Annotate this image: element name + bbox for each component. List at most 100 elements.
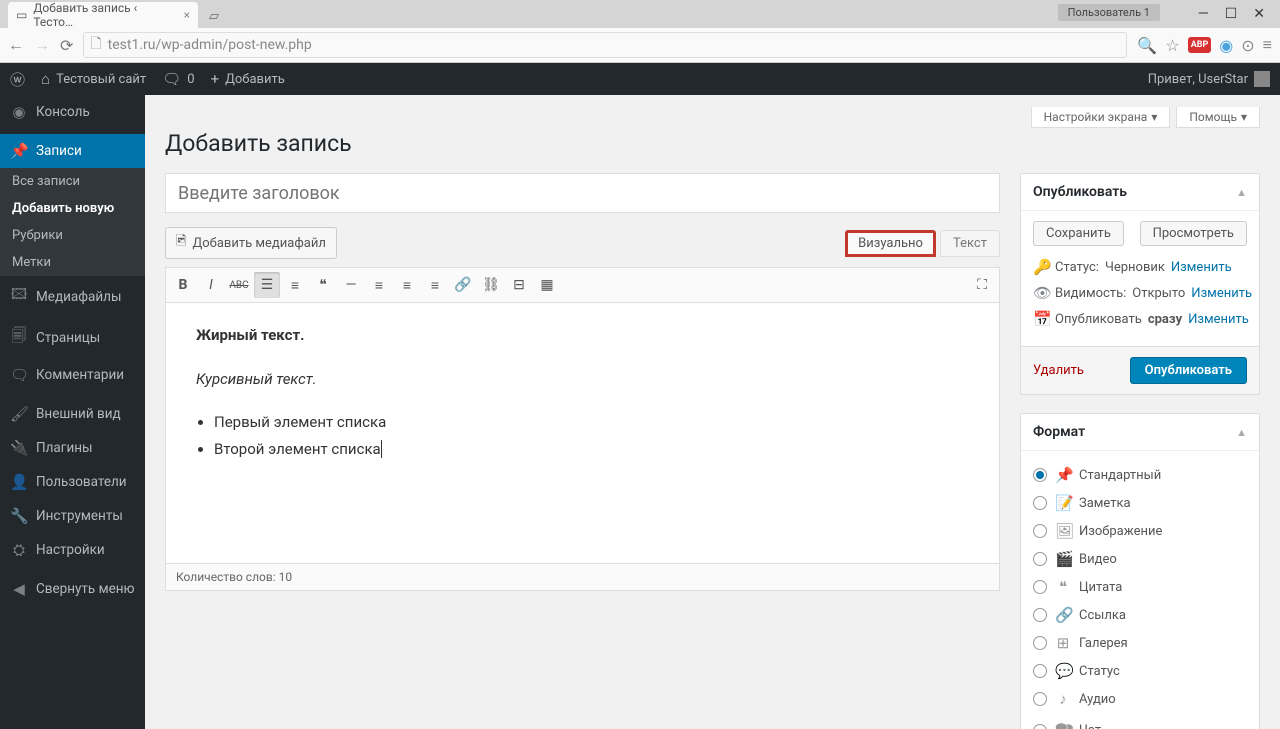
submenu-categories[interactable]: Рубрики <box>0 222 145 249</box>
strike-button[interactable]: ABC <box>226 272 252 298</box>
sidebar-pages[interactable]: 🗐Страницы <box>0 317 145 358</box>
format-type-icon: ❝ <box>1055 578 1071 596</box>
url-bar[interactable]: 🗋 test1.ru/wp-admin/post-new.php <box>83 32 1127 58</box>
nav-bar: ← → ⟳ 🗋 test1.ru/wp-admin/post-new.php 🔍… <box>0 28 1280 62</box>
submenu-tags[interactable]: Метки <box>0 249 145 276</box>
hr-button[interactable]: — <box>338 272 364 298</box>
new-tab-button[interactable]: ▱ <box>204 8 224 24</box>
help-tab[interactable]: Помощь ▾ <box>1176 107 1260 128</box>
edit-status-link[interactable]: Изменить <box>1171 260 1232 275</box>
format-type-icon: ⊞ <box>1055 634 1071 652</box>
format-option[interactable]: ⊞Галерея <box>1033 629 1247 657</box>
reload-icon[interactable]: ⟳ <box>60 36 73 55</box>
editor-status-bar: Количество слов: 10 <box>166 563 999 590</box>
screen-options-tab[interactable]: Настройки экрана ▾ <box>1031 107 1171 128</box>
editor-body[interactable]: Жирный текст. Курсивный текст. Первый эл… <box>166 303 999 563</box>
format-label: Изображение <box>1079 524 1162 539</box>
publish-box-header[interactable]: Опубликовать▲ <box>1021 174 1259 211</box>
tab-visual[interactable]: Визуально <box>845 230 936 257</box>
edit-visibility-link[interactable]: Изменить <box>1191 286 1252 301</box>
sidebar-posts[interactable]: 📌Записи <box>0 134 145 168</box>
save-draft-button[interactable]: Сохранить <box>1033 221 1124 246</box>
abp-icon[interactable]: ABP <box>1188 37 1212 53</box>
minimize-icon[interactable]: — <box>1198 6 1209 22</box>
format-option[interactable]: ♪Аудио <box>1033 685 1247 713</box>
sidebar-settings[interactable]: ⛭Настройки <box>0 533 145 567</box>
format-option[interactable]: 🔗Ссылка <box>1033 601 1247 629</box>
add-media-button[interactable]: 🖻Добавить медиафайл <box>165 227 337 259</box>
pin-icon: 📌 <box>10 142 28 160</box>
preview-button[interactable]: Просмотреть <box>1140 221 1247 246</box>
format-type-icon: 📌 <box>1055 466 1071 484</box>
edit-schedule-link[interactable]: Изменить <box>1188 312 1249 327</box>
number-list-button[interactable]: ≡ <box>282 272 308 298</box>
calendar-icon: 📅 <box>1033 310 1049 328</box>
format-option[interactable]: ❝Цитата <box>1033 573 1247 601</box>
fullscreen-button[interactable]: ⛶ <box>969 272 995 298</box>
align-right-button[interactable]: ≡ <box>422 272 448 298</box>
unlink-button[interactable]: ⛓ <box>478 272 504 298</box>
bookmark-icon[interactable]: ☆ <box>1165 36 1179 55</box>
format-type-icon: 🗪 <box>1055 718 1071 729</box>
media-icon: 🖾 <box>10 284 28 309</box>
format-type-icon: 📝 <box>1055 494 1071 512</box>
user-profile-badge[interactable]: Пользователь 1 <box>1058 4 1160 21</box>
sidebar-collapse[interactable]: ◀Свернуть меню <box>0 572 145 606</box>
submenu-all-posts[interactable]: Все записи <box>0 168 145 195</box>
delete-link[interactable]: Удалить <box>1033 363 1084 378</box>
browser-tab[interactable]: ▭ Добавить запись ‹ Тесто… × <box>8 2 198 28</box>
sidebar-comments[interactable]: 🗨Комментарии <box>0 358 145 392</box>
site-name-link[interactable]: ⌂Тестовый сайт <box>41 70 146 88</box>
blockquote-button[interactable]: ❝ <box>310 272 336 298</box>
maximize-icon[interactable]: ☐ <box>1225 6 1238 22</box>
posts-submenu: Все записи Добавить новую Рубрики Метки <box>0 168 145 276</box>
menu-icon[interactable]: ≡ <box>1263 35 1272 55</box>
comments-link[interactable]: 🗨0 <box>162 70 194 88</box>
chevron-down-icon: ▾ <box>1151 110 1157 124</box>
sidebar-appearance[interactable]: 🖌Внешний вид <box>0 397 145 431</box>
zoom-icon[interactable]: 🔍 <box>1137 36 1157 55</box>
toggle-icon: ▲ <box>1236 186 1247 199</box>
key-icon: 🔑 <box>1033 258 1049 276</box>
close-window-icon[interactable]: ✕ <box>1253 6 1265 22</box>
format-option[interactable]: 💬Статус <box>1033 657 1247 685</box>
align-left-button[interactable]: ≡ <box>366 272 392 298</box>
readmore-button[interactable]: ⊟ <box>506 272 532 298</box>
wp-logo[interactable]: ⓦ <box>10 69 25 90</box>
format-option[interactable]: 📝 Заметка <box>1033 489 1247 517</box>
format-option[interactable]: 🗪Чат <box>1033 713 1247 729</box>
format-option[interactable]: 🎬Видео <box>1033 545 1247 573</box>
sidebar-media[interactable]: 🖾Медиафайлы <box>0 276 145 317</box>
add-new-link[interactable]: +Добавить <box>211 70 285 88</box>
publish-button[interactable]: Опубликовать <box>1130 357 1247 384</box>
italic-button[interactable]: I <box>198 272 224 298</box>
format-box-header[interactable]: Формат▲ <box>1021 414 1259 451</box>
ext-icon[interactable]: ◉ <box>1219 36 1233 55</box>
format-option[interactable]: 🖼Изображение <box>1033 517 1247 545</box>
radio-icon <box>1033 468 1047 482</box>
format-label: Заметка <box>1079 496 1131 511</box>
format-option[interactable]: 📌Стандартный <box>1033 461 1247 489</box>
ext-icon-2[interactable]: ⊙ <box>1241 36 1254 55</box>
post-title-input[interactable] <box>165 173 1000 213</box>
url-text: test1.ru/wp-admin/post-new.php <box>108 37 312 53</box>
tab-text[interactable]: Текст <box>940 230 1000 257</box>
format-label: Статус <box>1079 664 1120 679</box>
close-tab-icon[interactable]: × <box>184 8 190 22</box>
format-label: Видео <box>1079 552 1117 567</box>
sidebar-tools[interactable]: 🔧Инструменты <box>0 499 145 533</box>
user-greeting[interactable]: Привет, UserStar <box>1148 71 1270 87</box>
bullet-list-button[interactable]: ☰ <box>254 272 280 298</box>
bold-button[interactable]: B <box>170 272 196 298</box>
link-button[interactable]: 🔗 <box>450 272 476 298</box>
submenu-add-new[interactable]: Добавить новую <box>0 195 145 222</box>
forward-icon[interactable]: → <box>34 35 50 55</box>
sidebar-users[interactable]: 👤Пользователи <box>0 465 145 499</box>
media-icon: 🖻 <box>176 232 186 254</box>
back-icon[interactable]: ← <box>8 35 24 55</box>
align-center-button[interactable]: ≡ <box>394 272 420 298</box>
sidebar-plugins[interactable]: 🔌Плагины <box>0 431 145 465</box>
toolbar-toggle-button[interactable]: ▦ <box>534 272 560 298</box>
radio-icon <box>1033 524 1047 538</box>
sidebar-console[interactable]: ◉Консоль <box>0 95 145 129</box>
